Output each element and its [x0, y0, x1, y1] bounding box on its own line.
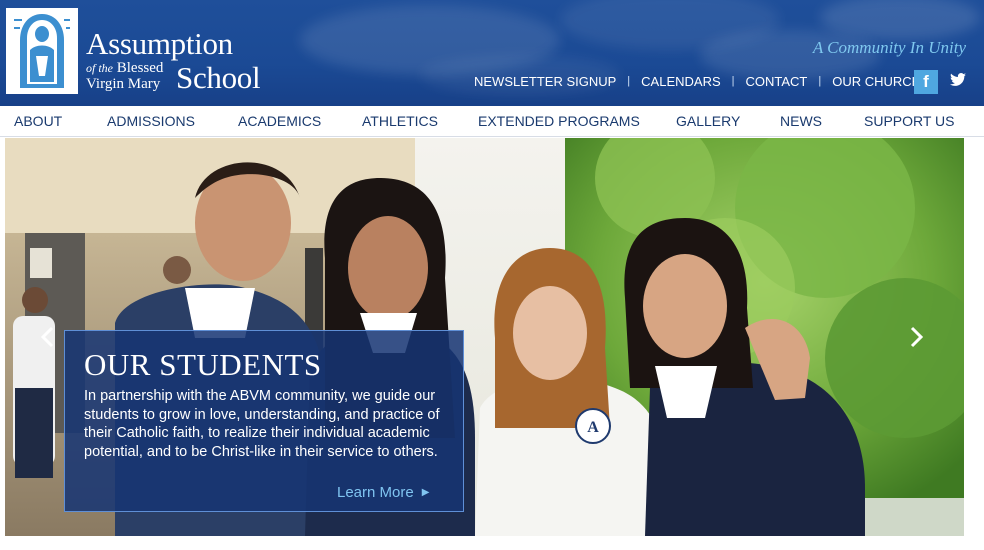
- page-right-gutter: [964, 138, 984, 536]
- nav-item-athletics[interactable]: ATHLETICS: [362, 106, 438, 137]
- site-tagline: A Community In Unity: [812, 38, 966, 57]
- main-nav: ABOUT ADMISSIONS ACADEMICS ATHLETICS EXT…: [0, 106, 984, 137]
- utility-link-newsletter-signup[interactable]: NEWSLETTER SIGNUP: [474, 74, 616, 89]
- logo-assumption-text: Assumption: [86, 26, 233, 61]
- utility-link-our-church[interactable]: OUR CHURCH: [832, 74, 921, 89]
- nav-item-admissions[interactable]: ADMISSIONS: [107, 106, 195, 137]
- nav-item-support-us[interactable]: SUPPORT US: [864, 106, 955, 137]
- logo-school-text: School: [176, 60, 261, 95]
- hero-slider[interactable]: A OUR STUDENTS In partnership with the A…: [5, 138, 964, 536]
- uniform-crest-letter: A: [587, 419, 599, 436]
- facebook-icon[interactable]: f: [914, 70, 938, 94]
- utility-nav: NEWSLETTER SIGNUP | CALENDARS | CONTACT …: [474, 73, 921, 89]
- hero-caption-box: OUR STUDENTS In partnership with the ABV…: [64, 330, 464, 512]
- caret-right-icon: ▶: [421, 487, 430, 498]
- twitter-icon[interactable]: [950, 73, 966, 87]
- utility-separator: |: [731, 75, 735, 87]
- nav-item-news[interactable]: NEWS: [780, 106, 822, 137]
- learn-more-label: Learn More: [337, 484, 414, 501]
- logo-virgin-mary-text: Virgin Mary: [86, 76, 161, 92]
- madonna-emblem-icon: [8, 10, 76, 92]
- utility-separator: |: [818, 75, 822, 87]
- page-bottom-strip: [0, 536, 984, 550]
- school-logo-emblem[interactable]: [6, 8, 78, 94]
- logo-blessed-text: Blessed: [116, 60, 164, 76]
- chevron-left-icon[interactable]: [40, 326, 60, 350]
- nav-item-gallery[interactable]: GALLERY: [676, 106, 740, 137]
- nav-item-academics[interactable]: ACADEMICS: [238, 106, 321, 137]
- utility-separator: |: [627, 75, 631, 87]
- logo-blessed-line: of the Blessed: [86, 61, 163, 76]
- hero-title: OUR STUDENTS: [84, 347, 322, 382]
- nav-item-extended-programs[interactable]: EXTENDED PROGRAMS: [478, 106, 640, 137]
- logo-of-the-text: of the: [86, 61, 113, 75]
- learn-more-link[interactable]: Learn More ▶: [337, 484, 429, 501]
- utility-link-contact[interactable]: CONTACT: [745, 74, 807, 89]
- hero-body-text: In partnership with the ABVM community, …: [84, 388, 440, 461]
- nav-item-about[interactable]: ABOUT: [14, 106, 62, 137]
- utility-link-calendars[interactable]: CALENDARS: [641, 74, 720, 89]
- site-header: Assumption of the Blessed Virgin Mary Sc…: [0, 0, 984, 106]
- chevron-right-icon[interactable]: [910, 326, 930, 350]
